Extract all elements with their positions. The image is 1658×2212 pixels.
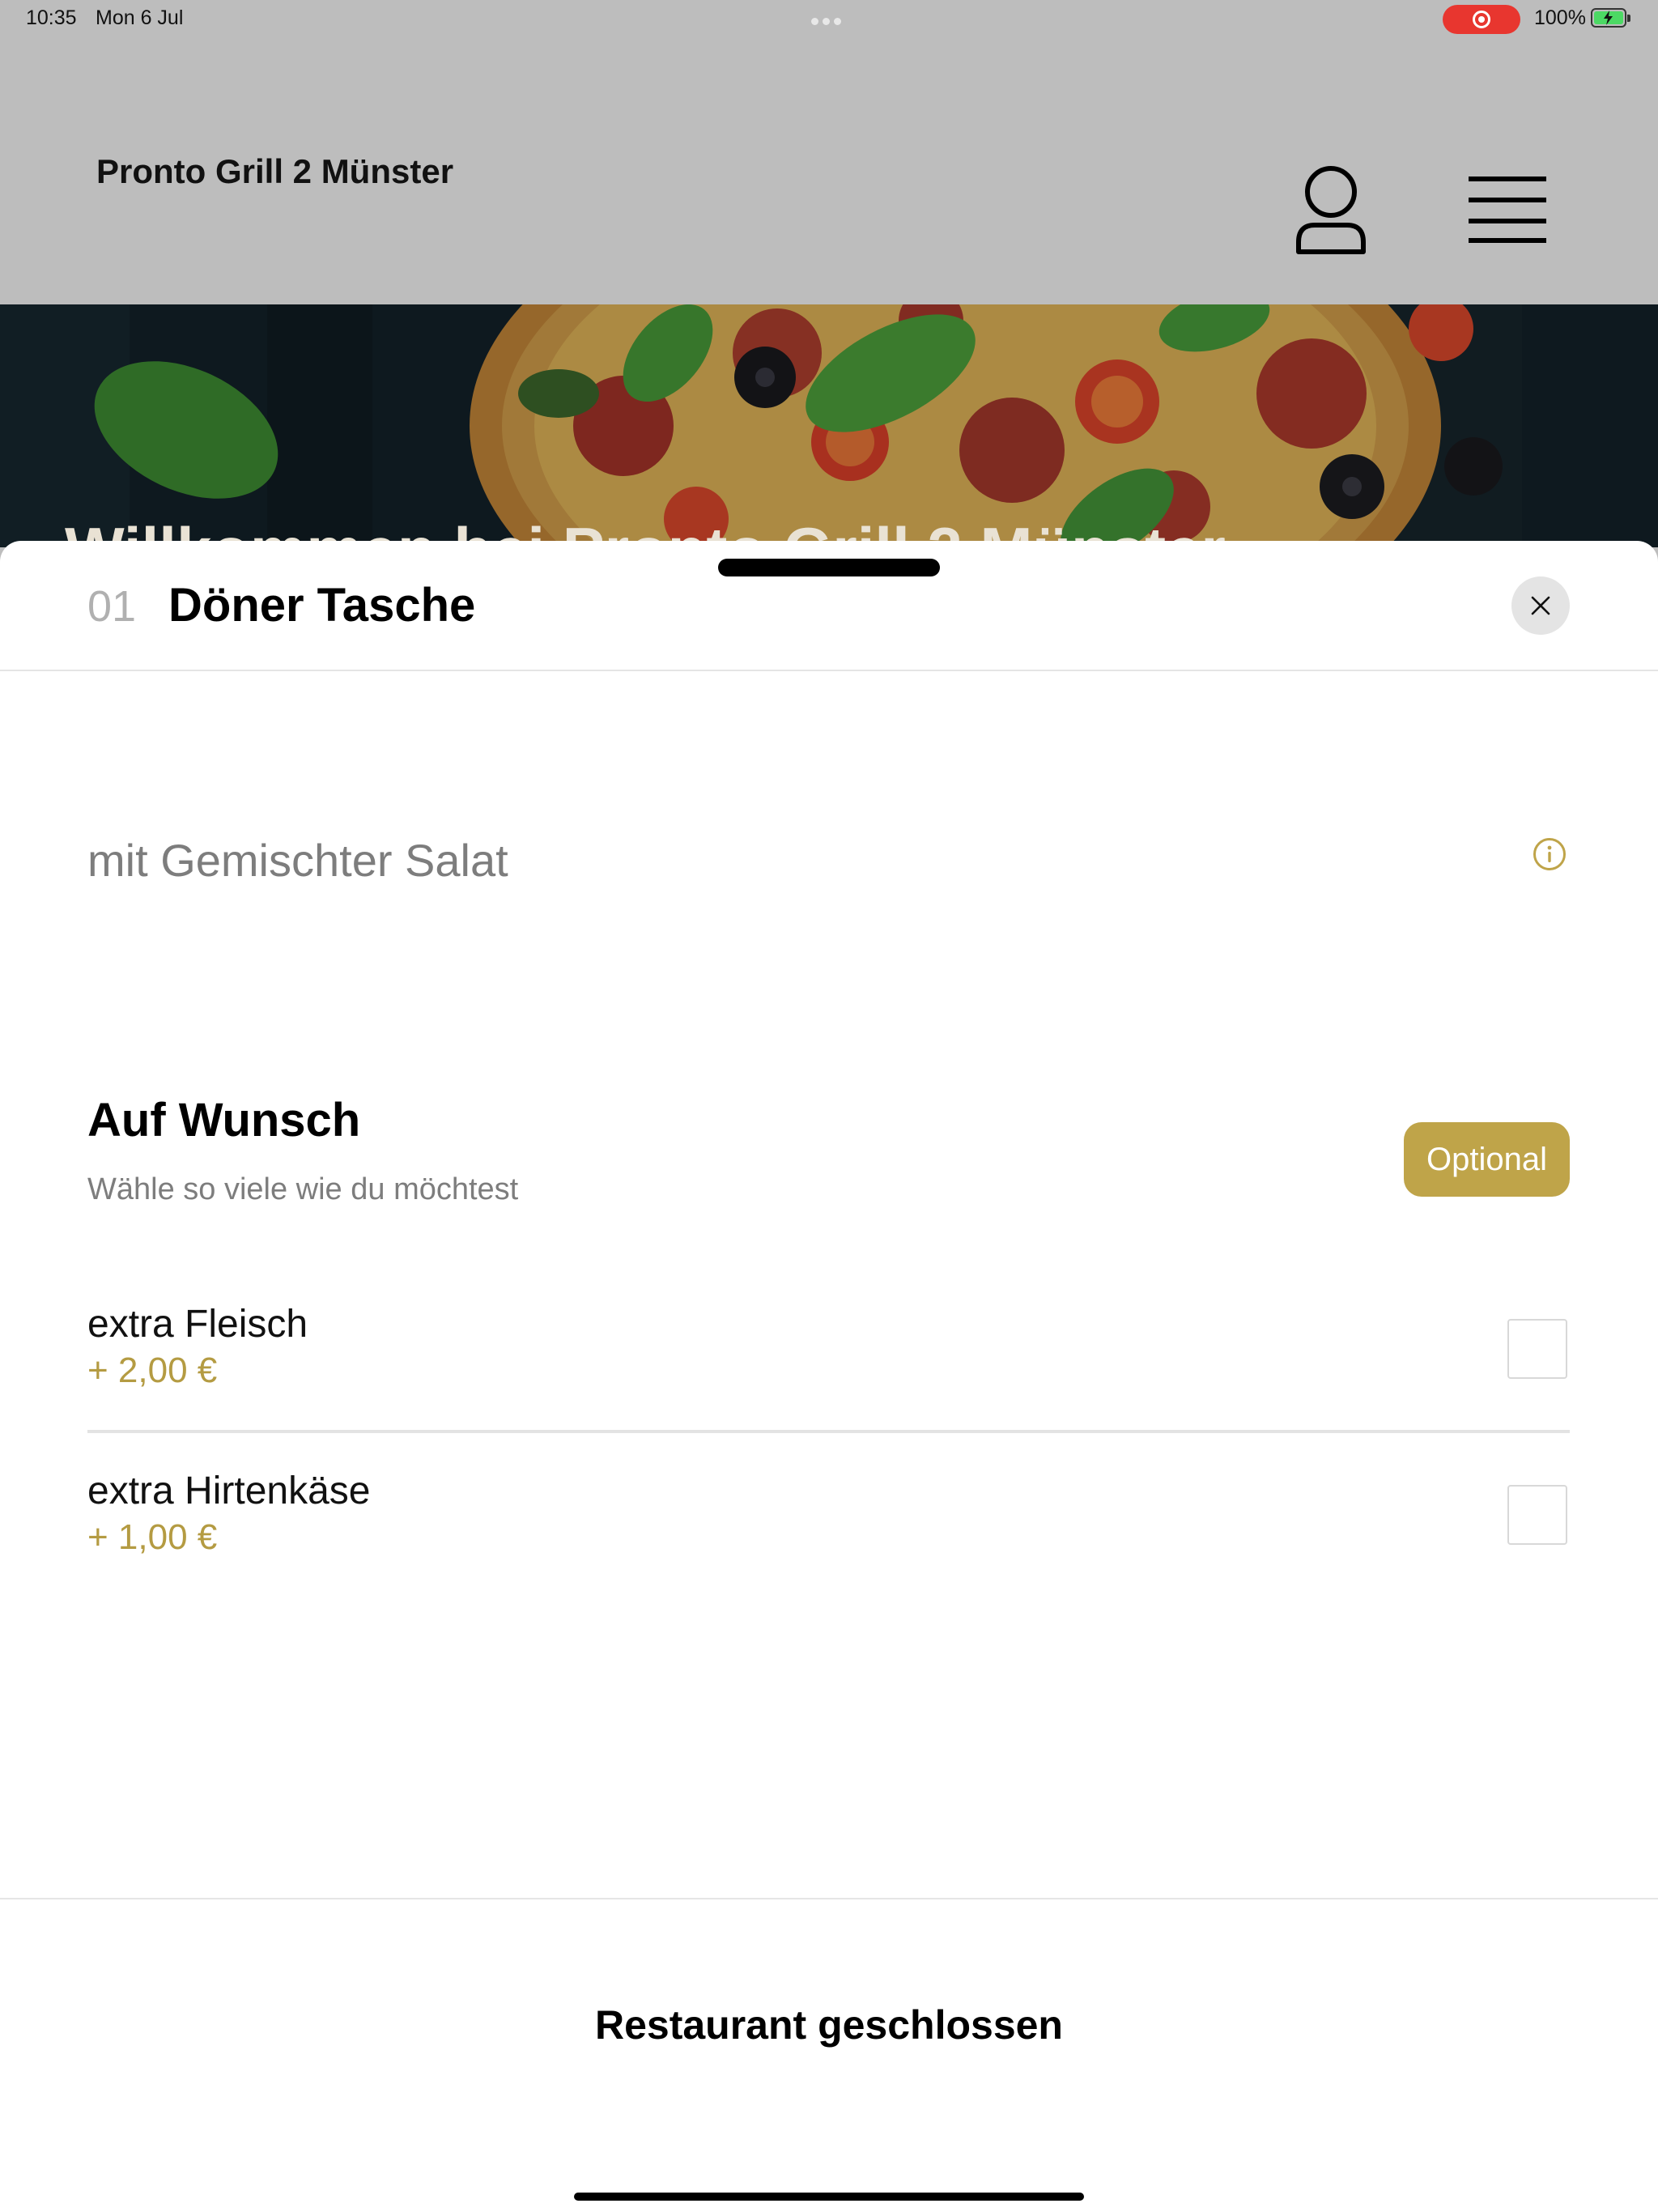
hero-banner: Willkommen bei Pronto Grill 2 Münster: [0, 304, 1658, 547]
battery-icon: [1591, 8, 1630, 28]
pizza-image: [0, 304, 1658, 547]
option-group-title: Auf Wunsch: [87, 1094, 361, 1146]
app-header: Pronto Grill 2 Münster: [0, 39, 1658, 304]
restaurant-name[interactable]: Pronto Grill 2 Münster: [96, 152, 453, 191]
home-indicator[interactable]: [574, 2193, 1084, 2201]
close-button[interactable]: [1511, 576, 1570, 635]
option-group-subtitle: Wähle so viele wie du möchtest: [87, 1172, 519, 1206]
menu-icon[interactable]: [1467, 175, 1548, 245]
sheet-divider: [0, 670, 1658, 671]
sheet-grabber[interactable]: [718, 559, 940, 576]
restaurant-closed-label: Restaurant geschlossen: [595, 2002, 1063, 2048]
close-icon: [1531, 596, 1550, 615]
item-description: mit Gemischter Salat: [87, 835, 508, 886]
multitasking-dots-icon[interactable]: [811, 15, 847, 25]
option-name[interactable]: extra Fleisch: [87, 1302, 308, 1346]
footer-divider: [0, 1898, 1658, 1899]
info-icon[interactable]: [1533, 837, 1567, 871]
item-title: Döner Tasche: [168, 579, 476, 632]
option-price: + 2,00 €: [87, 1351, 218, 1390]
option-name[interactable]: extra Hirtenkäse: [87, 1469, 370, 1513]
status-bar: 10:35 Mon 6 Jul 100%: [0, 0, 1658, 39]
user-icon[interactable]: [1294, 164, 1368, 257]
option-checkbox-extra-hirtenkaese[interactable]: [1507, 1485, 1567, 1545]
option-checkbox-extra-fleisch[interactable]: [1507, 1319, 1567, 1379]
status-time: 10:35: [26, 6, 77, 29]
battery-percentage: 100%: [1534, 6, 1586, 29]
optional-badge: Optional: [1404, 1122, 1570, 1197]
screen-recording-icon[interactable]: [1443, 5, 1520, 34]
item-detail-sheet: 01 Döner Tasche mit Gemischter Salat Auf…: [0, 541, 1658, 2212]
option-price: + 1,00 €: [87, 1517, 218, 1557]
item-number: 01: [87, 582, 137, 631]
status-date: Mon 6 Jul: [96, 6, 184, 29]
option-divider: [87, 1430, 1570, 1433]
